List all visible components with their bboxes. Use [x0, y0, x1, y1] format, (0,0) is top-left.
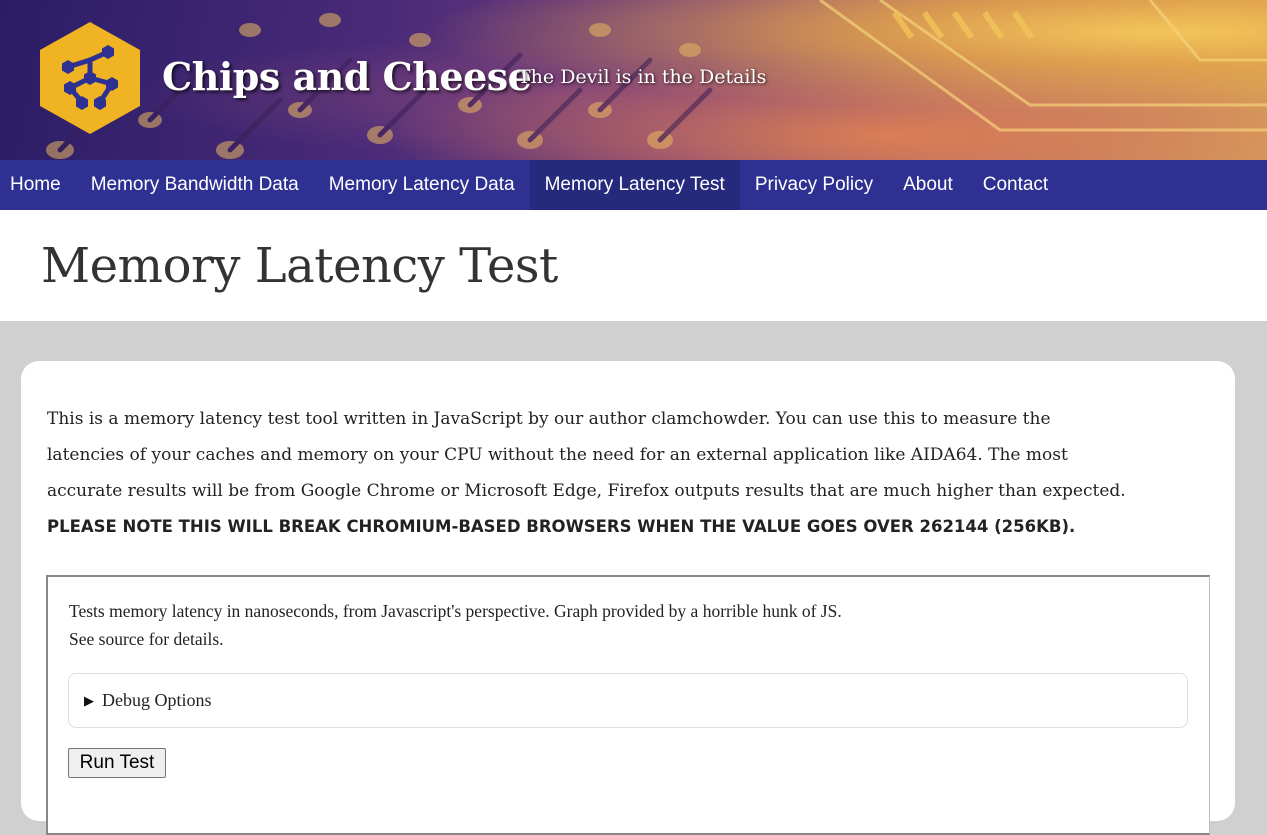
content-card: This is a memory latency test tool writt… [21, 361, 1235, 835]
test-description-line: Tests memory latency in nanoseconds, fro… [69, 601, 842, 621]
debug-options-label: Debug Options [102, 690, 212, 710]
nav-item-privacy-policy[interactable]: Privacy Policy [740, 160, 888, 210]
test-description: Tests memory latency in nanoseconds, fro… [69, 597, 842, 653]
warning-text: PLEASE NOTE THIS WILL BREAK CHROMIUM-BAS… [47, 517, 1076, 536]
nav-item-memory-bandwidth-data[interactable]: Memory Bandwidth Data [76, 160, 314, 210]
intro-line: This is a memory latency test tool writt… [47, 409, 1051, 429]
nav-item-home[interactable]: Home [0, 160, 76, 210]
nav-item-memory-latency-data[interactable]: Memory Latency Data [314, 160, 530, 210]
disclosure-triangle-icon: ▶ [84, 692, 94, 708]
header-banner: Chips and Cheese The Devil is in the Det… [0, 0, 1267, 160]
run-test-button[interactable]: Run Test [68, 748, 166, 778]
intro-paragraph: This is a memory latency test tool writt… [47, 401, 1217, 545]
nav-item-about[interactable]: About [888, 160, 968, 210]
test-description-line: See source for details. [69, 629, 224, 649]
intro-line: accurate results will be from Google Chr… [47, 481, 1126, 501]
site-title[interactable]: Chips and Cheese [162, 54, 532, 99]
hexagon-molecule-logo-icon[interactable] [40, 22, 140, 134]
nav-item-memory-latency-test[interactable]: Memory Latency Test [529, 160, 740, 210]
page-title: Memory Latency Test [41, 238, 558, 294]
nav-item-contact[interactable]: Contact [968, 160, 1063, 210]
intro-line: latencies of your caches and memory on y… [47, 445, 1068, 465]
site-tagline: The Devil is in the Details [518, 66, 767, 88]
main-nav: Home Memory Bandwidth Data Memory Latenc… [0, 160, 1267, 210]
latency-test-embed: Tests memory latency in nanoseconds, fro… [46, 575, 1210, 835]
debug-options-toggle[interactable]: ▶ Debug Options [68, 673, 1188, 728]
title-band: Memory Latency Test [0, 210, 1267, 321]
